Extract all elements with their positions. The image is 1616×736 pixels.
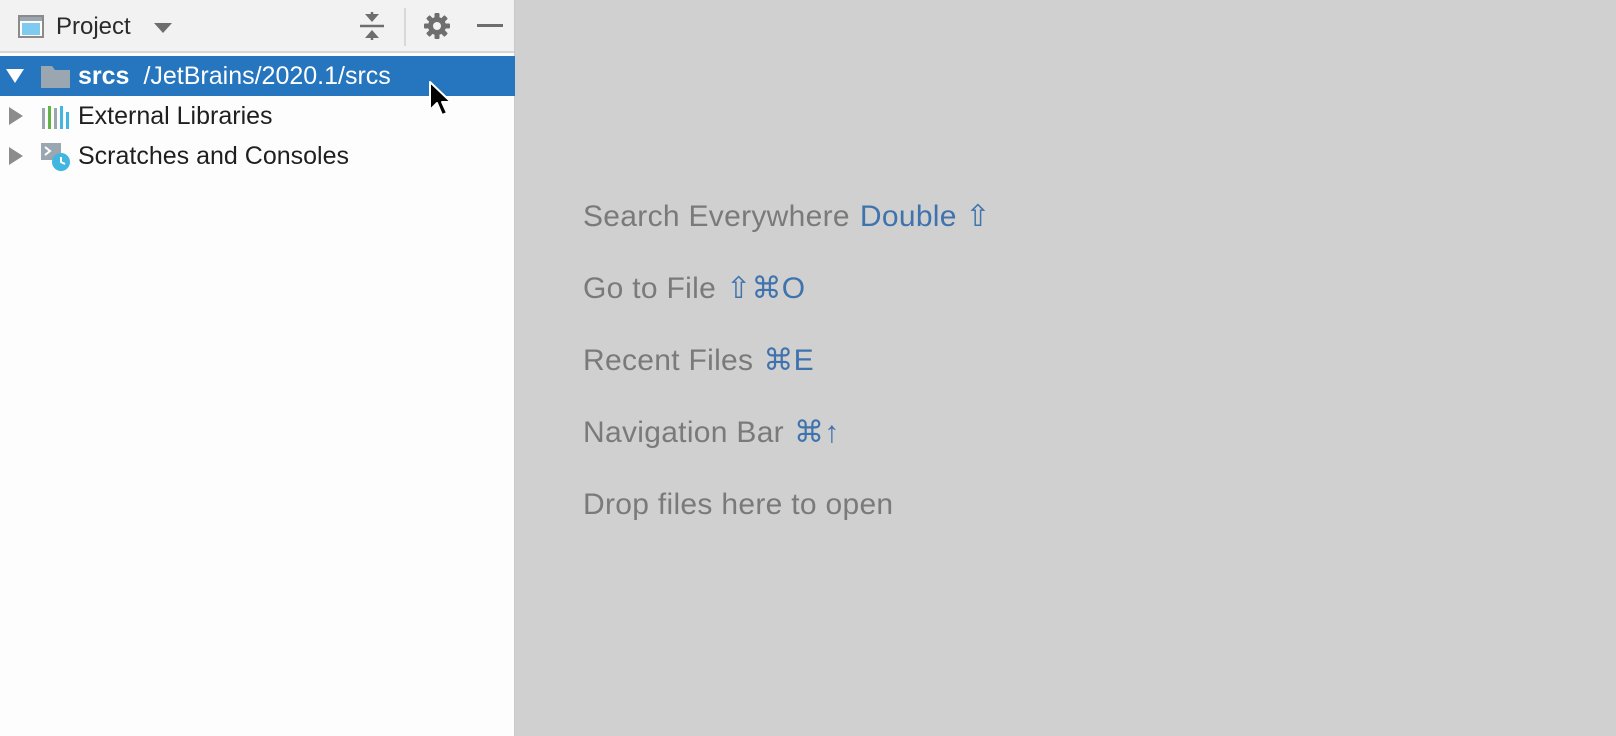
hint-recent-files: Recent Files ⌘E bbox=[583, 341, 814, 381]
hint-label: Go to File bbox=[583, 272, 717, 305]
hint-shortcut: ⌘E bbox=[763, 344, 814, 377]
collapse-all-icon bbox=[360, 12, 384, 40]
hint-label: Search Everywhere bbox=[583, 200, 850, 233]
chevron-down-icon[interactable] bbox=[152, 21, 174, 35]
project-view-label[interactable]: Project bbox=[56, 12, 131, 42]
hide-panel-button[interactable] bbox=[474, 10, 506, 42]
settings-button[interactable] bbox=[421, 10, 453, 42]
hint-search-everywhere: Search Everywhere Double ⇧ bbox=[583, 197, 991, 237]
tree-node-name: srcs bbox=[78, 62, 130, 90]
ide-window: Project srcs /JetBrains/2020.1/srcs Exte… bbox=[0, 0, 1616, 736]
libraries-icon bbox=[42, 106, 69, 129]
tree-node-label: External Libraries bbox=[78, 102, 273, 130]
tree-node-label: Scratches and Consoles bbox=[78, 142, 349, 170]
gear-icon bbox=[424, 13, 450, 39]
hint-label: Navigation Bar bbox=[583, 416, 784, 449]
project-view-icon bbox=[18, 15, 44, 38]
hint-shortcut: ⌘↑ bbox=[793, 416, 840, 449]
tree-node-label: srcs/JetBrains/2020.1/srcs bbox=[78, 61, 391, 91]
tree-node-scratches-and-consoles[interactable]: Scratches and Consoles bbox=[0, 136, 515, 176]
expand-arrow-icon[interactable] bbox=[5, 66, 25, 86]
collapse-arrow-icon[interactable] bbox=[5, 146, 25, 166]
scratches-icon bbox=[41, 143, 70, 171]
hint-label: Drop files here to open bbox=[583, 488, 894, 521]
header-separator bbox=[404, 8, 406, 46]
project-tool-window: Project srcs /JetBrains/2020.1/srcs Exte… bbox=[0, 0, 515, 736]
hint-navigation-bar: Navigation Bar ⌘↑ bbox=[583, 413, 840, 453]
tree-node-external-libraries[interactable]: External Libraries bbox=[0, 96, 515, 136]
folder-icon bbox=[41, 66, 70, 88]
hint-go-to-file: Go to File ⇧⌘O bbox=[583, 269, 805, 309]
project-panel-header: Project bbox=[0, 0, 514, 53]
editor-empty-state: Search Everywhere Double ⇧ Go to File ⇧⌘O … bbox=[515, 0, 1616, 736]
collapse-all-button[interactable] bbox=[356, 10, 388, 42]
hint-label: Recent Files bbox=[583, 344, 754, 377]
hint-drop-files: Drop files here to open bbox=[583, 485, 893, 525]
collapse-arrow-icon[interactable] bbox=[5, 106, 25, 126]
hint-shortcut: Double ⇧ bbox=[859, 200, 991, 233]
hint-shortcut: ⇧⌘O bbox=[726, 272, 806, 305]
project-tree: srcs/JetBrains/2020.1/srcs External Libr… bbox=[0, 56, 515, 176]
minimize-icon bbox=[477, 24, 503, 27]
tree-node-path: /JetBrains/2020.1/srcs bbox=[143, 62, 391, 90]
tree-node-srcs[interactable]: srcs/JetBrains/2020.1/srcs bbox=[0, 56, 515, 96]
